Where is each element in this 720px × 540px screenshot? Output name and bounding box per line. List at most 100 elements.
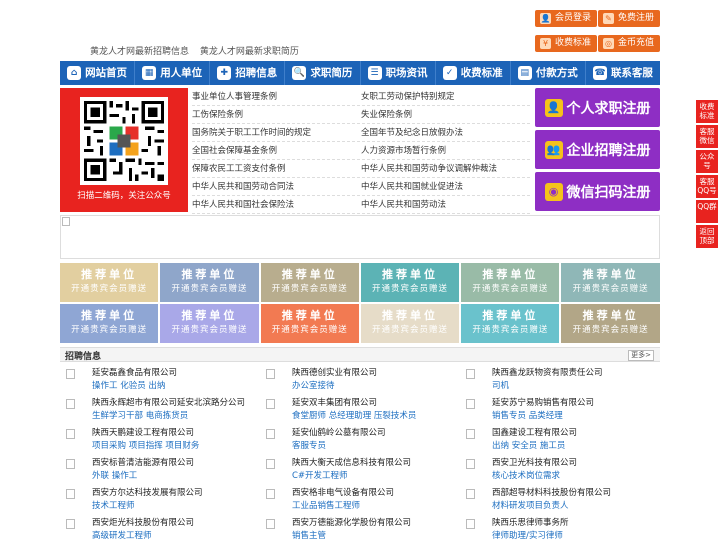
recommended-employer-tile[interactable]: 推荐单位 开通贵宾会员赠送 xyxy=(260,304,359,343)
company-name-link[interactable]: 西安标普清洁能源有限公司 xyxy=(92,456,260,470)
side-button[interactable]: 公众号 xyxy=(696,150,718,173)
nav-jobs[interactable]: ✚ 招聘信息 xyxy=(210,61,286,85)
recommended-employer-tile[interactable]: 推荐单位 开通贵宾会员赠送 xyxy=(360,304,460,343)
recommended-employer-tile[interactable]: 推荐单位 开通贵宾会员赠送 xyxy=(360,263,460,302)
job-positions-link[interactable]: 生鲜学习干部 电商拣货员 xyxy=(92,410,260,423)
company-logo-icon[interactable] xyxy=(66,489,75,499)
law-link[interactable]: 中华人民共和国劳动合同法 xyxy=(192,178,361,195)
job-positions-link[interactable]: 食堂厨师 总经理助理 压裂技术员 xyxy=(292,410,460,423)
job-positions-link[interactable]: 操作工 化验员 出纳 xyxy=(92,380,260,393)
company-name-link[interactable]: 延安仙鹤岭公墓有限公司 xyxy=(292,426,460,440)
job-positions-link[interactable]: 出纳 安全员 施工员 xyxy=(492,440,660,453)
job-positions-link[interactable]: 办公室接待 xyxy=(292,380,460,393)
company-name-link[interactable]: 延安苏宁易购销售有限公司 xyxy=(492,396,660,410)
company-name-link[interactable]: 西安方尔达科技发展有限公司 xyxy=(92,486,260,500)
nav-home[interactable]: ⌂ 网站首页 xyxy=(60,61,136,85)
side-button[interactable]: 返回顶部 xyxy=(696,225,718,248)
fee-standard-button[interactable]: ¥ 收费标准 xyxy=(535,35,598,52)
company-logo-icon[interactable] xyxy=(266,369,275,379)
law-link[interactable]: 事业单位人事管理条例 xyxy=(192,88,361,105)
side-button[interactable]: 收费标准 xyxy=(696,100,718,123)
job-positions-link[interactable]: 律师助理/实习律师 xyxy=(492,530,660,540)
company-name-link[interactable]: 西安格非电气设备有限公司 xyxy=(292,486,460,500)
nav-contact[interactable]: ☎ 联系客服 xyxy=(586,61,660,85)
law-link[interactable]: 中华人民共和国社会保险法 xyxy=(192,196,361,213)
company-name-link[interactable]: 西安炬光科技股份有限公司 xyxy=(92,516,260,530)
member-login-button[interactable]: 👤 会员登录 xyxy=(535,10,598,27)
law-link[interactable]: 人力资源市场暂行条例 xyxy=(361,142,530,159)
law-link[interactable]: 全国社会保障基金条例 xyxy=(192,142,361,159)
free-register-button[interactable]: ✎ 免费注册 xyxy=(598,10,661,27)
job-positions-link[interactable]: 外联 操作工 xyxy=(92,470,260,483)
job-positions-link[interactable]: 核心技术岗位需求 xyxy=(492,470,660,483)
job-positions-link[interactable]: 销售专员 品类经理 xyxy=(492,410,660,423)
personal-register-button[interactable]: 👤 个人求职注册 xyxy=(535,88,660,127)
latest-resumes-link[interactable]: 黄龙人才网最新求职简历 xyxy=(200,47,299,57)
nav-employers[interactable]: ▦ 用人单位 xyxy=(135,61,211,85)
side-button[interactable]: 客服QQ号 xyxy=(696,175,718,198)
recommended-employer-tile[interactable]: 推荐单位 开通贵宾会员赠送 xyxy=(260,263,359,302)
company-logo-icon[interactable] xyxy=(66,399,75,409)
company-name-link[interactable]: 陕西大衡天成信息科技有限公司 xyxy=(292,456,460,470)
company-name-link[interactable]: 西安万德能源化学股份有限公司 xyxy=(292,516,460,530)
more-jobs-link[interactable]: 更多> xyxy=(628,350,654,361)
latest-jobs-link[interactable]: 黄龙人才网最新招聘信息 xyxy=(90,47,189,57)
company-logo-icon[interactable] xyxy=(466,429,475,439)
company-logo-icon[interactable] xyxy=(66,519,75,529)
company-logo-icon[interactable] xyxy=(66,429,75,439)
side-button[interactable]: 客服微信 xyxy=(696,125,718,148)
company-name-link[interactable]: 西安卫光科技有限公司 xyxy=(492,456,660,470)
law-link[interactable]: 工伤保险条例 xyxy=(192,106,361,123)
job-positions-link[interactable]: 司机 xyxy=(492,380,660,393)
recommended-employer-tile[interactable]: 推荐单位 开通贵宾会员赠送 xyxy=(160,304,259,343)
job-positions-link[interactable]: 项目采购 项目指挥 项目财务 xyxy=(92,440,260,453)
law-link[interactable]: 中华人民共和国劳动法 xyxy=(361,196,530,213)
company-name-link[interactable]: 陕西天鹏建设工程有限公司 xyxy=(92,426,260,440)
recommended-employer-tile[interactable]: 推荐单位 开通贵宾会员赠送 xyxy=(461,304,560,343)
company-name-link[interactable]: 陕西德创实业有限公司 xyxy=(292,366,460,380)
company-logo-icon[interactable] xyxy=(466,459,475,469)
company-logo-icon[interactable] xyxy=(466,399,475,409)
recommended-employer-tile[interactable]: 推荐单位 开通贵宾会员赠送 xyxy=(561,304,660,343)
company-name-link[interactable]: 陕西乐思律师事务所 xyxy=(492,516,660,530)
company-logo-icon[interactable] xyxy=(266,459,275,469)
coin-recharge-button[interactable]: ◎ 金币充值 xyxy=(598,35,661,52)
company-name-link[interactable]: 西部超导材料科技股份有限公司 xyxy=(492,486,660,500)
recommended-employer-tile[interactable]: 推荐单位 开通贵宾会员赠送 xyxy=(561,263,660,302)
job-positions-link[interactable]: 技术工程师 xyxy=(92,500,260,513)
recommended-employer-tile[interactable]: 推荐单位 开通贵宾会员赠送 xyxy=(60,263,159,302)
company-logo-icon[interactable] xyxy=(466,489,475,499)
company-logo-icon[interactable] xyxy=(66,369,75,379)
company-name-link[interactable]: 陕西鑫龙跃物资有限责任公司 xyxy=(492,366,660,380)
company-logo-icon[interactable] xyxy=(266,489,275,499)
company-name-link[interactable]: 陕西永辉超市有限公司延安北滨路分公司 xyxy=(92,396,260,410)
company-name-link[interactable]: 延安磊鑫食品有限公司 xyxy=(92,366,260,380)
law-link[interactable]: 女职工劳动保护特别规定 xyxy=(361,88,530,105)
company-logo-icon[interactable] xyxy=(266,519,275,529)
nav-news[interactable]: ☰ 职场资讯 xyxy=(361,61,436,85)
job-positions-link[interactable]: 工业品销售工程师 xyxy=(292,500,460,513)
law-link[interactable]: 全国年节及纪念日放假办法 xyxy=(361,124,530,141)
wechat-register-button[interactable]: ◉ 微信扫码注册 xyxy=(535,172,660,211)
law-link[interactable]: 保障农民工工资支付条例 xyxy=(192,160,361,177)
job-positions-link[interactable]: 材料研发项目负责人 xyxy=(492,500,660,513)
recommended-employer-tile[interactable]: 推荐单位 开通贵宾会员赠送 xyxy=(60,304,159,343)
nav-payment[interactable]: ▤ 付款方式 xyxy=(511,61,586,85)
job-positions-link[interactable]: 高级研发工程师 xyxy=(92,530,260,540)
nav-resumes[interactable]: 🔍 求职简历 xyxy=(285,61,361,85)
company-register-button[interactable]: 👥 企业招聘注册 xyxy=(535,130,660,169)
company-logo-icon[interactable] xyxy=(66,459,75,469)
company-logo-icon[interactable] xyxy=(266,399,275,409)
job-positions-link[interactable]: 销售主管 xyxy=(292,530,460,540)
side-button[interactable]: QQ群 xyxy=(696,200,718,223)
recommended-employer-tile[interactable]: 推荐单位 开通贵宾会员赠送 xyxy=(461,263,560,302)
job-positions-link[interactable]: 客服专员 xyxy=(292,440,460,453)
company-name-link[interactable]: 延安双丰集团有限公司 xyxy=(292,396,460,410)
recommended-employer-tile[interactable]: 推荐单位 开通贵宾会员赠送 xyxy=(160,263,259,302)
ad-banner[interactable] xyxy=(60,215,660,259)
job-positions-link[interactable]: C#开发工程师 xyxy=(292,470,460,483)
law-link[interactable]: 失业保险条例 xyxy=(361,106,530,123)
company-logo-icon[interactable] xyxy=(466,369,475,379)
company-name-link[interactable]: 国鑫建设工程有限公司 xyxy=(492,426,660,440)
law-link[interactable]: 国务院关于职工工作时间的规定 xyxy=(192,124,361,141)
